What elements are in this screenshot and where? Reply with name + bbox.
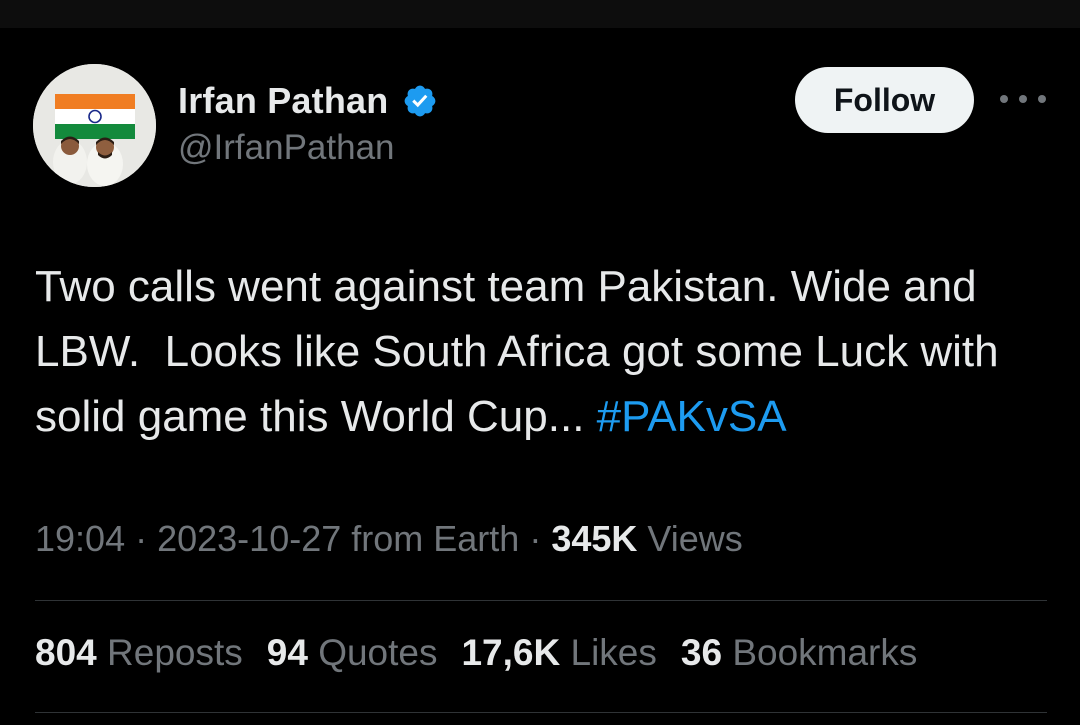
verified-badge-icon[interactable] [402, 83, 438, 119]
more-dot [1038, 95, 1046, 103]
views-label[interactable]: Views [637, 518, 742, 559]
tweet-text: Two calls went against team Pakistan. Wi… [35, 262, 1011, 441]
tweet-source: from Earth [341, 518, 520, 559]
likes-stat[interactable]: 17,6K Likes [461, 632, 656, 674]
tweet-meta: 19:04 · 2023-10-27 from Earth · 345K Vie… [35, 518, 743, 560]
quotes-label: Quotes [318, 632, 438, 673]
quotes-count: 94 [266, 632, 308, 673]
reposts-stat[interactable]: 804 Reposts [35, 632, 243, 674]
tweet-body: Two calls went against team Pakistan. Wi… [35, 254, 1065, 449]
views-count[interactable]: 345K [551, 518, 637, 559]
bookmarks-label: Bookmarks [732, 632, 918, 673]
meta-separator: · [519, 518, 552, 559]
avatar-photo-icon [33, 64, 156, 187]
more-options-icon[interactable] [1000, 86, 1046, 112]
bookmarks-stat[interactable]: 36 Bookmarks [681, 632, 918, 674]
author-display-name[interactable]: Irfan Pathan [178, 80, 388, 122]
author-avatar[interactable] [33, 64, 156, 187]
reposts-label: Reposts [107, 632, 243, 673]
tweet-date[interactable]: 2023-10-27 [157, 518, 341, 559]
tweet-time[interactable]: 19:04 [35, 518, 125, 559]
quotes-stat[interactable]: 94 Quotes [267, 632, 438, 674]
divider [35, 600, 1047, 601]
author-name-row: Irfan Pathan [178, 78, 438, 124]
author-handle[interactable]: @IrfanPathan [178, 128, 395, 168]
divider [35, 712, 1047, 713]
likes-count: 17,6K [461, 632, 561, 673]
bookmarks-count: 36 [680, 632, 723, 673]
top-bar [0, 0, 1080, 28]
reposts-count: 804 [35, 632, 97, 673]
meta-separator: · [125, 518, 158, 559]
engagement-stats: 804 Reposts 94 Quotes 17,6K Likes 36 Boo… [35, 632, 917, 674]
more-dot [1000, 95, 1008, 103]
hashtag-link[interactable]: #PAKvSA [597, 392, 787, 441]
likes-label: Likes [570, 632, 657, 673]
follow-button[interactable]: Follow [795, 67, 974, 133]
more-dot [1019, 95, 1027, 103]
